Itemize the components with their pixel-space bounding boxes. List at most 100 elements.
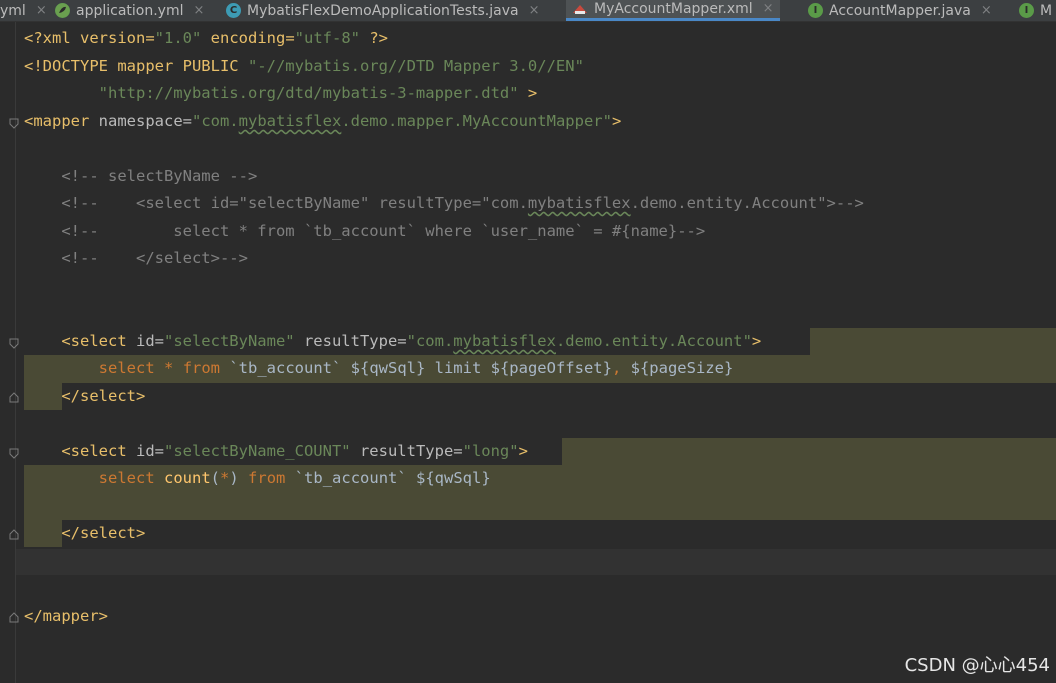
token: ( xyxy=(210,469,221,487)
tab-close-icon[interactable]: × xyxy=(981,2,992,20)
tab-close-icon[interactable]: × xyxy=(763,0,774,18)
code-editor[interactable]: <?xml version="1.0" encoding="utf-8" ?> … xyxy=(0,22,1056,683)
token: .demo.mapper.MyAccountMapper" xyxy=(341,112,612,130)
tab-label: yml xyxy=(0,2,26,19)
editor-tab-bar: yml × application.yml × C MybatisFlexDem… xyxy=(0,0,1056,22)
tab-close-icon[interactable]: × xyxy=(36,2,47,20)
code-line-22: </mapper> xyxy=(24,607,108,625)
tab-application-tests-java[interactable]: C MybatisFlexDemoApplicationTests.java × xyxy=(226,0,539,21)
token: ?> xyxy=(359,29,388,47)
fold-close-icon[interactable] xyxy=(9,529,19,540)
tab-truncated-m[interactable]: I M xyxy=(1019,0,1052,21)
token: id= xyxy=(126,332,164,350)
token: ${pageSize} xyxy=(621,359,734,377)
code-line-4: <mapper namespace="com.mybatisflex.demo.… xyxy=(24,108,621,135)
watermark: CSDN @心心454 xyxy=(904,655,1050,676)
tab-label: MybatisFlexDemoApplicationTests.java xyxy=(247,2,519,19)
token: mybatisflex xyxy=(453,332,556,350)
token: <mapper xyxy=(24,112,90,130)
token: </select> xyxy=(61,524,146,542)
token: > xyxy=(518,442,528,460)
token: mybatisflex xyxy=(527,194,631,212)
token: <select xyxy=(61,332,127,350)
token: * xyxy=(220,469,230,487)
token: "selectByName" xyxy=(163,332,295,350)
tab-myaccountmapper-xml[interactable]: MyAccountMapper.xml × xyxy=(566,0,780,21)
tab-application-yml[interactable]: application.yml × xyxy=(55,0,204,21)
token: "1.0" xyxy=(154,29,202,47)
token: resultType= xyxy=(350,442,463,460)
xml-file-icon xyxy=(572,2,588,16)
current-line-highlight xyxy=(16,549,1056,575)
code-line-17: select count(*) from `tb_account` ${qwSq… xyxy=(24,465,491,492)
token: .demo.entity.Account">--> xyxy=(630,194,864,212)
fold-open-icon[interactable] xyxy=(9,118,19,129)
token: > xyxy=(751,332,762,350)
code-line-3: "http://mybatis.org/dtd/mybatis-3-mapper… xyxy=(24,80,538,107)
token: .demo.entity.Account" xyxy=(555,332,752,350)
token: "http://mybatis.org/dtd/mybatis-3-mapper… xyxy=(98,84,519,102)
code-line-14: </select> xyxy=(24,383,145,410)
code-line-7: <!-- <select id="selectByName" resultTyp… xyxy=(24,190,864,217)
token: <!DOCTYPE mapper PUBLIC xyxy=(24,57,248,75)
tab-label: MyAccountMapper.xml xyxy=(594,1,753,17)
token: "-//mybatis.org//DTD Mapper 3.0//EN" xyxy=(247,57,584,75)
code-line-2: <!DOCTYPE mapper PUBLIC "-//mybatis.org/… xyxy=(24,53,584,80)
token: <select xyxy=(61,442,127,460)
token: > xyxy=(611,112,622,130)
token: , xyxy=(611,359,622,377)
code-line-12: <select id="selectByName" resultType="co… xyxy=(24,328,761,355)
token: select xyxy=(98,359,155,377)
code-line-8: <!-- select * from `tb_account` where `u… xyxy=(24,222,706,240)
code-line-16: <select id="selectByName_COUNT" resultTy… xyxy=(24,438,528,465)
match-highlight xyxy=(810,328,1056,355)
token: id= xyxy=(126,442,164,460)
tab-label: application.yml xyxy=(76,2,184,19)
code-line-19: </select> xyxy=(24,520,145,547)
java-interface-icon: I xyxy=(1019,3,1034,18)
java-interface-icon: I xyxy=(808,3,823,18)
token: "selectByName_COUNT" xyxy=(163,442,351,460)
token: namespace= xyxy=(89,112,192,130)
tab-label: M xyxy=(1040,2,1053,19)
tab-close-icon[interactable]: × xyxy=(194,2,205,20)
tab-accountmapper-java[interactable]: I AccountMapper.java × xyxy=(808,0,992,21)
token: ) xyxy=(229,469,239,487)
token: "com. xyxy=(191,112,239,130)
fold-close-icon[interactable] xyxy=(9,612,19,623)
token: <?xml version= xyxy=(24,29,155,47)
token: resultType= xyxy=(294,332,407,350)
code-line-6: <!-- selectByName --> xyxy=(24,167,258,185)
token: `tb_account` ${qwSql} xyxy=(285,469,491,487)
fold-open-icon[interactable] xyxy=(9,448,19,459)
fold-close-icon[interactable] xyxy=(9,392,19,403)
tab-label: AccountMapper.java xyxy=(829,2,971,19)
code-line-9: <!-- </select>--> xyxy=(24,249,248,267)
token: count xyxy=(164,469,211,487)
token: * xyxy=(164,359,174,377)
tab-yml-truncated[interactable]: yml × xyxy=(0,0,47,21)
token: "long" xyxy=(462,442,519,460)
code-line-1: <?xml version="1.0" encoding="utf-8" ?> xyxy=(24,25,388,52)
token: encoding= xyxy=(201,29,295,47)
fold-open-icon[interactable] xyxy=(9,338,19,349)
java-class-icon: C xyxy=(226,3,241,18)
token: "utf-8" xyxy=(294,29,360,47)
spring-yaml-icon xyxy=(55,3,70,18)
token: mybatisflex xyxy=(238,112,342,130)
token: > xyxy=(518,84,538,102)
match-highlight xyxy=(562,438,1056,465)
token: `tb_account` ${qwSql} limit ${pageOffset… xyxy=(220,359,612,377)
tab-close-icon[interactable]: × xyxy=(529,2,540,20)
token: select xyxy=(98,469,155,487)
